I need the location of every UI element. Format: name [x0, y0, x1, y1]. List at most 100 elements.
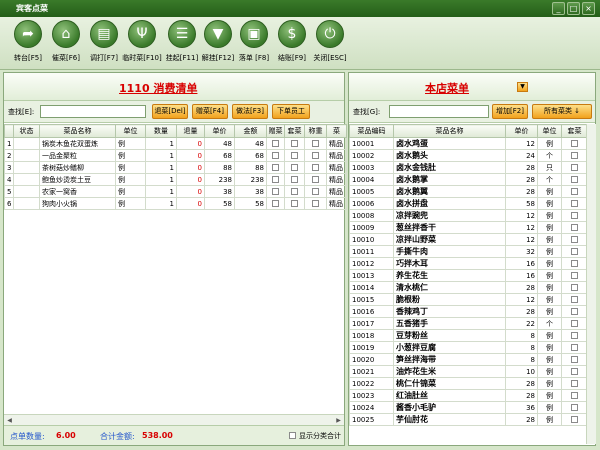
consumption-column-header[interactable]: 状态: [13, 124, 40, 138]
consumption-column-header[interactable]: 称重: [304, 124, 327, 138]
table-row[interactable]: 2 一品金聚粒例 1 0 68 68 精品: [4, 149, 347, 162]
weigh-checkbox[interactable]: [312, 200, 319, 207]
menu-set-checkbox[interactable]: [571, 272, 578, 279]
gift-dish-button[interactable]: 赠菜[F4]: [192, 104, 228, 119]
all-categories-button[interactable]: 所有菜类 ↓: [532, 104, 592, 119]
list-item[interactable]: 10023 红油肚丝 28 例: [349, 389, 588, 402]
add-dish-button[interactable]: 增加[F2]: [492, 104, 528, 119]
menu-set-checkbox[interactable]: [571, 152, 578, 159]
list-item[interactable]: 10016 香辣鸡丁 28 例: [349, 305, 588, 318]
menu-vertical-scrollbar[interactable]: [586, 124, 596, 444]
set-meal-checkbox[interactable]: [291, 152, 298, 159]
set-meal-checkbox[interactable]: [291, 176, 298, 183]
list-item[interactable]: 10013 养生花生 16 例: [349, 269, 588, 282]
gift-checkbox[interactable]: [272, 140, 279, 147]
minimize-button[interactable]: _: [552, 2, 565, 15]
scroll-left-icon[interactable]: ◀: [5, 416, 14, 425]
list-item[interactable]: 10001 卤水鸡蛋 12 例: [349, 137, 588, 150]
maximize-button[interactable]: □: [567, 2, 580, 15]
menu-set-checkbox[interactable]: [571, 188, 578, 195]
consumption-column-header[interactable]: [4, 124, 14, 138]
toolbar-button-1[interactable]: ⌂ 催菜[F6]: [46, 20, 86, 68]
show-category-total-checkbox[interactable]: [289, 432, 296, 439]
menu-set-checkbox[interactable]: [571, 236, 578, 243]
table-row[interactable]: 5 农家一窝香例 1 0 38 38 精品: [4, 185, 347, 198]
toolbar-button-4[interactable]: ☰ 挂起[F11]: [162, 20, 202, 68]
menu-set-checkbox[interactable]: [571, 224, 578, 231]
menu-find-input[interactable]: [389, 105, 489, 118]
menu-set-checkbox[interactable]: [571, 176, 578, 183]
list-item[interactable]: 10019 小葱拌豆腐 8 例: [349, 341, 588, 354]
list-item[interactable]: 10018 豆芽粉丝 8 例: [349, 329, 588, 342]
list-item[interactable]: 10017 五香猪手 22 个: [349, 317, 588, 330]
list-item[interactable]: 10011 手撕牛肉 32 例: [349, 245, 588, 258]
list-item[interactable]: 10005 卤水鹅翼 28 例: [349, 185, 588, 198]
weigh-checkbox[interactable]: [312, 164, 319, 171]
list-item[interactable]: 10002 卤水鹅头 24 个: [349, 149, 588, 162]
gift-checkbox[interactable]: [272, 200, 279, 207]
toolbar-button-7[interactable]: $ 结账[F9]: [272, 20, 312, 68]
toolbar-button-5[interactable]: ▼ 解挂[F12]: [198, 20, 238, 68]
list-item[interactable]: 10012 巧拌木耳 16 例: [349, 257, 588, 270]
consumption-column-header[interactable]: 赠菜: [266, 124, 285, 138]
weigh-checkbox[interactable]: [312, 140, 319, 147]
consumption-column-header[interactable]: 菜品名称: [39, 124, 116, 138]
table-row[interactable]: 3 茶树菇炒鳝柳例 1 0 88 88 精品: [4, 161, 347, 174]
list-item[interactable]: 10024 酱香小毛驴 36 例: [349, 401, 588, 414]
set-meal-checkbox[interactable]: [291, 140, 298, 147]
toolbar-button-3[interactable]: Ψ 临时菜[F10]: [122, 20, 162, 68]
return-dish-button[interactable]: 退菜[Del]: [152, 104, 188, 119]
menu-set-checkbox[interactable]: [571, 296, 578, 303]
consumption-column-header[interactable]: 套菜: [284, 124, 305, 138]
menu-set-checkbox[interactable]: [571, 368, 578, 375]
set-meal-checkbox[interactable]: [291, 188, 298, 195]
menu-set-checkbox[interactable]: [571, 380, 578, 387]
toolbar-button-2[interactable]: ▤ 调打[F7]: [84, 20, 124, 68]
toolbar-button-0[interactable]: ➦ 转台[F5]: [8, 20, 48, 68]
list-item[interactable]: 10021 油炸花生米 10 例: [349, 365, 588, 378]
menu-set-checkbox[interactable]: [571, 344, 578, 351]
gift-checkbox[interactable]: [272, 164, 279, 171]
list-item[interactable]: 10004 卤水鹅掌 28 个: [349, 173, 588, 186]
menu-set-checkbox[interactable]: [571, 392, 578, 399]
consumption-column-header[interactable]: 金额: [234, 124, 267, 138]
menu-set-checkbox[interactable]: [571, 140, 578, 147]
list-item[interactable]: 10022 桃仁什锦菜 28 例: [349, 377, 588, 390]
toolbar-button-6[interactable]: ▣ 落单 [F8]: [234, 20, 274, 68]
consumption-column-header[interactable]: 数量: [145, 124, 177, 138]
set-meal-checkbox[interactable]: [291, 164, 298, 171]
menu-column-header[interactable]: 菜品编码: [349, 124, 394, 138]
menu-set-checkbox[interactable]: [571, 404, 578, 411]
menu-set-checkbox[interactable]: [571, 212, 578, 219]
list-item[interactable]: 10003 卤水金钱肚 28 只: [349, 161, 588, 174]
menu-column-header[interactable]: 单价: [505, 124, 538, 138]
list-item[interactable]: 10008 凉拌豌兜 12 例: [349, 209, 588, 222]
consumption-column-header[interactable]: 退量: [176, 124, 205, 138]
close-window-button[interactable]: ×: [582, 2, 595, 15]
consumption-column-header[interactable]: 单价: [204, 124, 235, 138]
table-row[interactable]: 1 锅炭木鱼花双蛋炼例 1 0 48 48 精品: [4, 137, 347, 150]
menu-set-checkbox[interactable]: [571, 248, 578, 255]
consumption-horizontal-scrollbar[interactable]: ◀ ▶: [4, 414, 344, 425]
menu-set-checkbox[interactable]: [571, 200, 578, 207]
gift-checkbox[interactable]: [272, 176, 279, 183]
set-meal-checkbox[interactable]: [291, 200, 298, 207]
scroll-right-icon[interactable]: ▶: [334, 416, 343, 425]
list-item[interactable]: 10006 卤水拼盘 58 例: [349, 197, 588, 210]
consumption-column-header[interactable]: 菜: [326, 124, 347, 138]
gift-checkbox[interactable]: [272, 152, 279, 159]
menu-set-checkbox[interactable]: [571, 164, 578, 171]
table-row[interactable]: 4 鲍鱼炒烫炭土豆例 1 0 238 238 精品: [4, 173, 347, 186]
menu-set-checkbox[interactable]: [571, 260, 578, 267]
list-item[interactable]: 10015 脆根粉 12 例: [349, 293, 588, 306]
menu-set-checkbox[interactable]: [571, 332, 578, 339]
menu-column-header[interactable]: 套菜: [561, 124, 588, 138]
menu-set-checkbox[interactable]: [571, 320, 578, 327]
cooking-method-button[interactable]: 做法[F3]: [232, 104, 268, 119]
toolbar-button-8[interactable]: ⏻ 关闭[ESC]: [310, 20, 350, 68]
menu-set-checkbox[interactable]: [571, 356, 578, 363]
gift-checkbox[interactable]: [272, 188, 279, 195]
weigh-checkbox[interactable]: [312, 188, 319, 195]
weigh-checkbox[interactable]: [312, 176, 319, 183]
consumption-find-input[interactable]: [40, 105, 146, 118]
